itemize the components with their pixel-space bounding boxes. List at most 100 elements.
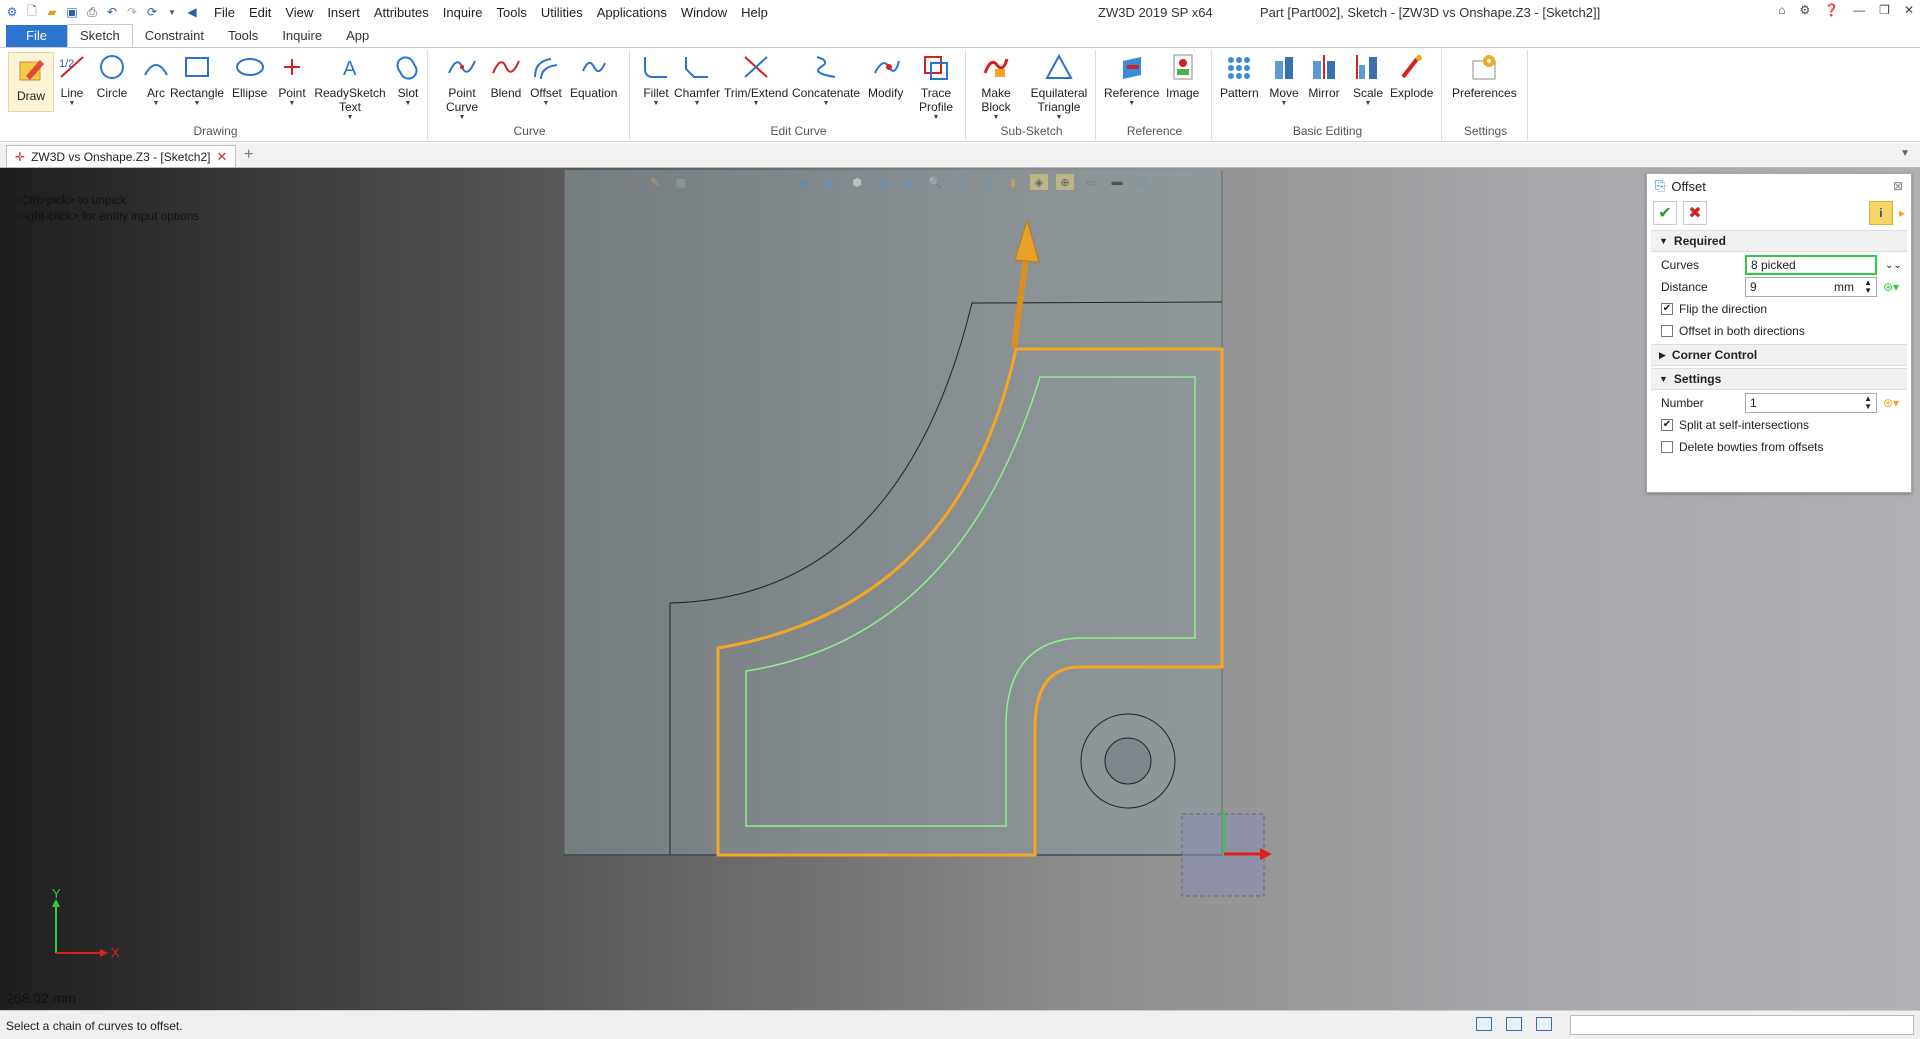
both-directions-box[interactable] <box>1661 325 1673 337</box>
fillet-icon <box>640 52 672 82</box>
scale-button[interactable]: Scale ▼ <box>1352 52 1384 108</box>
save-icon[interactable]: ▣ <box>64 4 80 20</box>
minimize-icon[interactable]: — <box>1853 3 1865 17</box>
preferences-button[interactable]: Preferences <box>1452 52 1517 100</box>
split-checkbox[interactable]: ✔ Split at self-intersections <box>1647 414 1911 436</box>
new-file-icon[interactable]: 🗋 <box>24 4 40 20</box>
regen-icon[interactable]: ⟳ <box>144 4 160 20</box>
restore-icon[interactable]: ❐ <box>1879 3 1890 17</box>
tab-app[interactable]: App <box>334 25 381 47</box>
menu-view[interactable]: View <box>285 5 313 20</box>
blend-button[interactable]: Blend <box>490 52 522 100</box>
menu-window[interactable]: Window <box>681 5 727 20</box>
both-directions-checkbox[interactable]: Offset in both directions <box>1647 320 1911 342</box>
menu-utilities[interactable]: Utilities <box>541 5 583 20</box>
number-options-icon[interactable]: ⊛▾ <box>1883 396 1899 410</box>
tab-constraint[interactable]: Constraint <box>133 25 216 47</box>
slot-button[interactable]: Slot ▼ <box>392 52 424 108</box>
group-sub-sketch: Make Block ▼ Equilateral Triangle ▼ Sub-Sk… <box>968 50 1096 140</box>
menu-insert[interactable]: Insert <box>327 5 360 20</box>
help-icon[interactable]: ❓ <box>1824 3 1839 17</box>
menu-inquire[interactable]: Inquire <box>443 5 483 20</box>
menu-edit[interactable]: Edit <box>249 5 271 20</box>
home-icon[interactable]: ⌂ <box>1778 3 1785 17</box>
menu-file[interactable]: File <box>214 5 235 20</box>
group-drawing: Draw 1/2 Line ▼ Circle Arc ▼ Rectangle ▼ El… <box>4 50 428 140</box>
number-field[interactable]: 1 ▲ ▼ <box>1745 393 1877 413</box>
layout-icon[interactable] <box>1476 1017 1492 1031</box>
print-icon[interactable]: ⎙ <box>84 4 100 20</box>
distance-field[interactable]: 9 mm ▲ ▼ <box>1745 277 1877 297</box>
tab-tools[interactable]: Tools <box>216 25 270 47</box>
settings-gear-icon[interactable]: ⚙ <box>1799 3 1810 17</box>
offset-button[interactable]: Offset ▼ <box>530 52 562 108</box>
draw-button[interactable]: Draw <box>8 52 54 112</box>
reference-button[interactable]: Reference ▼ <box>1104 52 1159 108</box>
open-file-icon[interactable]: ▰ <box>44 4 60 20</box>
trace-profile-button[interactable]: Trace Profile ▼ <box>914 52 958 122</box>
flip-direction-checkbox[interactable]: ✔ Flip the direction <box>1647 298 1911 320</box>
window-icon[interactable] <box>1536 1017 1552 1031</box>
ok-button[interactable]: ✔ <box>1653 201 1677 225</box>
rectangle-button[interactable]: Rectangle ▼ <box>170 52 224 108</box>
cancel-button[interactable]: ✖ <box>1683 201 1707 225</box>
menu-applications[interactable]: Applications <box>597 5 667 20</box>
fillet-button[interactable]: Fillet ▼ <box>640 52 672 108</box>
number-spinner-icon[interactable]: ▲ ▼ <box>1864 395 1872 411</box>
undo-icon[interactable]: ↶ <box>104 4 120 20</box>
arc-button[interactable]: Arc ▼ <box>140 52 172 108</box>
distance-options-icon[interactable]: ⊛▾ <box>1883 280 1899 294</box>
app-logo-icon[interactable]: ⚙ <box>4 4 20 20</box>
menu-attributes[interactable]: Attributes <box>374 5 429 20</box>
equilateral-triangle-button[interactable]: Equilateral Triangle ▼ <box>1026 52 1092 122</box>
explode-button[interactable]: Explode <box>1390 52 1433 100</box>
document-tab[interactable]: ✛ ZW3D vs Onshape.Z3 - [Sketch2] ✕ <box>6 145 237 167</box>
concatenate-button[interactable]: Concatenate ▼ <box>792 52 860 108</box>
make-block-button[interactable]: Make Block ▼ <box>976 52 1016 122</box>
screen-icon[interactable] <box>1506 1017 1522 1031</box>
triad-y-label: Y <box>52 886 61 901</box>
sketch-viewport[interactable]: <Ctrl>pick> to unpick <right-click> for … <box>0 168 1920 1010</box>
section-corner-control[interactable]: ▶ Corner Control <box>1651 344 1907 366</box>
flip-direction-box[interactable]: ✔ <box>1661 303 1673 315</box>
bowties-checkbox[interactable]: Delete bowties from offsets <box>1647 436 1911 458</box>
tab-list-chevron-icon[interactable]: ▼ <box>1900 148 1910 159</box>
redo-icon[interactable]: ↷ <box>124 4 140 20</box>
tab-inquire[interactable]: Inquire <box>270 25 334 47</box>
image-button[interactable]: Image <box>1166 52 1199 100</box>
distance-spinner-icon[interactable]: ▲ ▼ <box>1864 279 1872 295</box>
split-box[interactable]: ✔ <box>1661 419 1673 431</box>
move-button[interactable]: Move ▼ <box>1268 52 1300 108</box>
ellipse-button[interactable]: Ellipse <box>232 52 267 100</box>
close-icon[interactable]: ✕ <box>1904 3 1914 17</box>
menu-tools[interactable]: Tools <box>497 5 527 20</box>
panel-collapse-icon[interactable]: ⊠ <box>1893 179 1903 193</box>
modify-button[interactable]: Modify <box>868 52 903 100</box>
point-button[interactable]: Point ▼ <box>276 52 308 108</box>
point-curve-button[interactable]: Point Curve ▼ <box>440 52 484 122</box>
chamfer-button[interactable]: Chamfer ▼ <box>674 52 720 108</box>
readysketch-text-button[interactable]: A ReadySketch Text ▼ <box>312 52 388 122</box>
new-tab-icon[interactable]: + <box>244 146 253 164</box>
menu-help[interactable]: Help <box>741 5 768 20</box>
circle-button[interactable]: Circle <box>96 52 128 100</box>
bowties-box[interactable] <box>1661 441 1673 453</box>
tab-file[interactable]: File <box>6 25 67 47</box>
close-tab-icon[interactable]: ✕ <box>216 149 227 165</box>
panel-menu-icon[interactable]: ▸ <box>1899 206 1905 220</box>
pattern-button[interactable]: Pattern <box>1220 52 1259 100</box>
tab-sketch[interactable]: Sketch <box>66 24 133 47</box>
curves-dropdown-icon[interactable]: ⌄⌄ <box>1885 260 1902 271</box>
sketch-canvas[interactable] <box>0 168 1920 1010</box>
curves-field[interactable]: 8 picked <box>1745 255 1877 275</box>
section-required[interactable]: ▼ Required <box>1651 230 1907 252</box>
section-settings[interactable]: ▼ Settings <box>1651 368 1907 390</box>
info-button[interactable]: i <box>1868 201 1893 225</box>
command-input[interactable] <box>1570 1015 1914 1035</box>
line-button[interactable]: 1/2 Line ▼ <box>56 52 88 108</box>
equation-button[interactable]: Equation <box>570 52 617 100</box>
dropdown-icon[interactable]: ▼ <box>164 4 180 20</box>
trim-extend-button[interactable]: Trim/Extend ▼ <box>724 52 788 108</box>
back-icon[interactable]: ◀ <box>184 4 200 20</box>
mirror-button[interactable]: Mirror <box>1308 52 1340 100</box>
